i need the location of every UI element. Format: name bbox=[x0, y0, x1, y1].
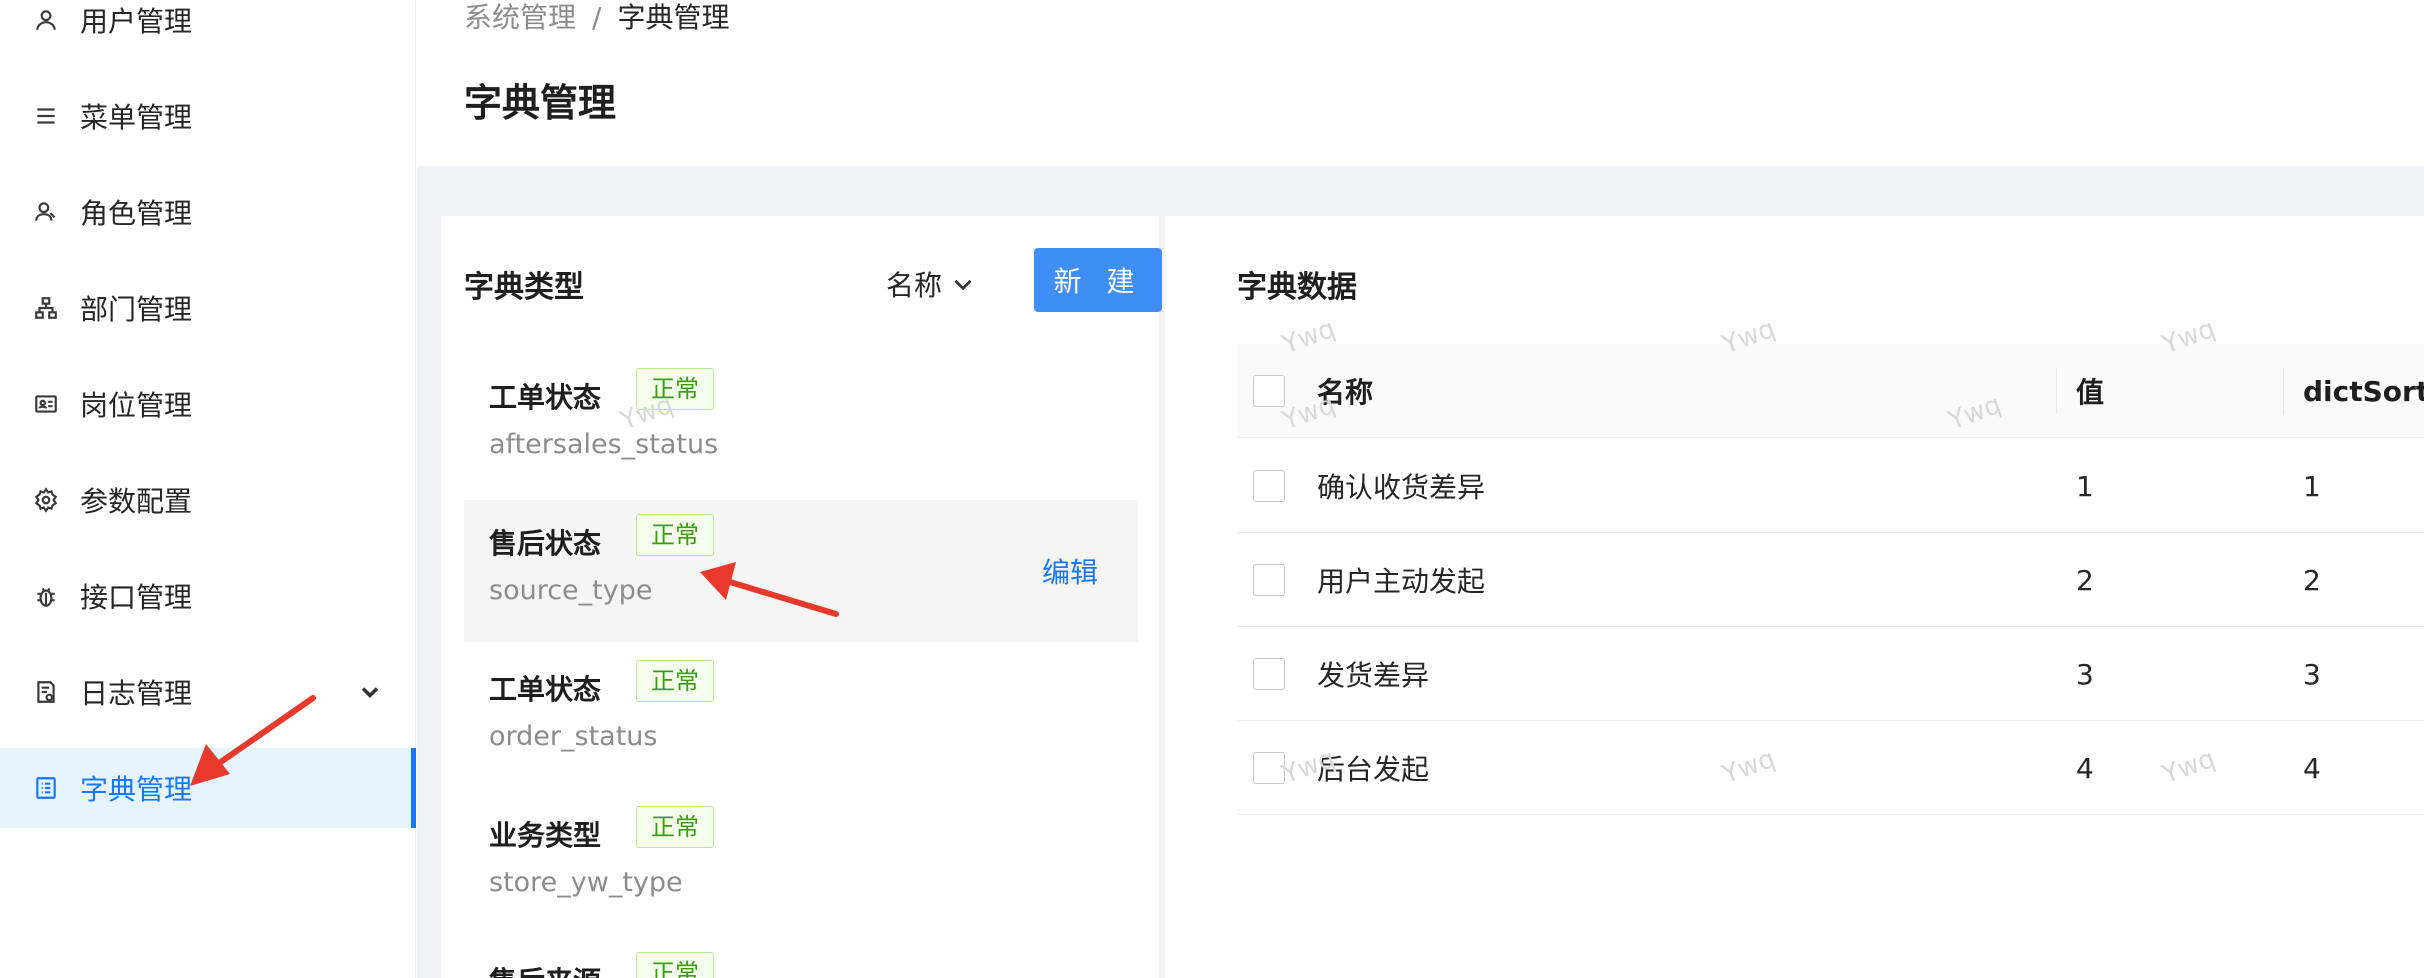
sidebar-item-logs[interactable]: 日志管理 bbox=[0, 652, 416, 732]
dict-type-item[interactable]: 业务类型 正常 store_yw_type bbox=[464, 792, 1138, 934]
page-title: 字典管理 bbox=[464, 81, 617, 125]
status-badge: 正常 bbox=[636, 952, 714, 978]
edit-link[interactable]: 编辑 bbox=[1042, 551, 1098, 591]
status-badge: 正常 bbox=[636, 514, 714, 556]
user-icon bbox=[32, 6, 60, 34]
row-checkbox[interactable] bbox=[1253, 752, 1285, 784]
row-checkbox[interactable] bbox=[1253, 658, 1285, 690]
status-badge: 正常 bbox=[636, 806, 714, 848]
sidebar-item-dictionary[interactable]: 字典管理 bbox=[0, 748, 416, 828]
dict-type-name: 售后来源 bbox=[489, 960, 601, 978]
dict-type-name: 售后状态 bbox=[489, 527, 602, 560]
cell-name: 发货差异 bbox=[1317, 659, 1430, 692]
sidebar-item-menus[interactable]: 菜单管理 bbox=[0, 76, 416, 156]
cell-sort: 1 bbox=[2303, 469, 2321, 503]
dict-data-panel: 字典数据 名称 值 dictSort 确认收货差异 1 1 用户主动发起 2 2 bbox=[1164, 216, 2424, 978]
cell-name: 确认收货差异 bbox=[1317, 471, 1486, 504]
log-icon bbox=[32, 678, 60, 706]
sidebar-item-label: 参数配置 bbox=[80, 485, 193, 518]
gear-icon bbox=[32, 486, 60, 514]
dict-type-code: aftersales_status bbox=[489, 429, 719, 460]
sidebar-item-apis[interactable]: 接口管理 bbox=[0, 556, 416, 636]
status-badge: 正常 bbox=[636, 368, 714, 410]
row-checkbox[interactable] bbox=[1253, 470, 1285, 502]
sidebar-item-label: 角色管理 bbox=[80, 197, 193, 230]
table-header: 名称 值 dictSort bbox=[1237, 344, 2424, 438]
menu-list-icon bbox=[32, 102, 60, 130]
sidebar-item-settings[interactable]: 参数配置 bbox=[0, 460, 416, 540]
sidebar-item-label: 部门管理 bbox=[80, 293, 193, 326]
sidebar-item-label: 日志管理 bbox=[80, 677, 193, 710]
column-header-name: 名称 bbox=[1317, 376, 1374, 409]
new-button[interactable]: 新 建 bbox=[1034, 248, 1162, 312]
breadcrumb-current: 字典管理 bbox=[617, 1, 730, 34]
chevron-down-icon[interactable] bbox=[356, 678, 384, 706]
cell-value: 1 bbox=[2076, 469, 2094, 503]
column-divider bbox=[2056, 368, 2057, 414]
dict-type-name: 业务类型 bbox=[489, 819, 602, 852]
cell-name: 后台发起 bbox=[1317, 753, 1430, 786]
dictionary-icon bbox=[32, 774, 60, 802]
dict-type-item[interactable]: 售后来源 正常 bbox=[464, 938, 1138, 978]
sidebar-item-departments[interactable]: 部门管理 bbox=[0, 268, 416, 348]
breadcrumb-parent-link[interactable]: 系统管理 bbox=[464, 0, 576, 36]
bug-icon bbox=[32, 582, 60, 610]
table-row[interactable]: 用户主动发起 2 2 bbox=[1237, 533, 2424, 627]
role-icon bbox=[32, 198, 60, 226]
select-all-checkbox[interactable] bbox=[1253, 375, 1285, 407]
id-card-icon bbox=[32, 390, 60, 418]
dict-type-item[interactable]: 售后状态 正常 source_type 编辑 bbox=[464, 500, 1138, 642]
sidebar-item-label: 岗位管理 bbox=[80, 389, 193, 422]
cell-value: 4 bbox=[2076, 751, 2094, 785]
main-content: 系统管理 / 字典管理 字典管理 字典类型 名称 新 建 工单状态 正常 aft… bbox=[417, 0, 2424, 978]
cell-name: 用户主动发起 bbox=[1317, 565, 1486, 598]
breadcrumb-separator: / bbox=[592, 1, 602, 34]
cell-sort: 4 bbox=[2303, 751, 2321, 785]
sidebar: 用户管理 菜单管理 角色管理 部门管理 岗位管理 参数配置 接口管理 日志管理 … bbox=[0, 0, 416, 978]
dict-type-code: store_yw_type bbox=[489, 867, 683, 898]
status-badge: 正常 bbox=[636, 660, 714, 702]
dict-type-code: source_type bbox=[489, 575, 653, 606]
breadcrumb: 系统管理 / 字典管理 bbox=[464, 0, 729, 36]
cell-value: 2 bbox=[2076, 563, 2094, 597]
sidebar-item-label: 用户管理 bbox=[80, 5, 193, 38]
dict-type-name: 工单状态 bbox=[489, 381, 602, 414]
table-row[interactable]: 确认收货差异 1 1 bbox=[1237, 439, 2424, 533]
sidebar-item-users[interactable]: 用户管理 bbox=[0, 0, 416, 60]
column-header-sort: dictSort bbox=[2303, 374, 2424, 408]
dict-type-item[interactable]: 工单状态 正常 aftersales_status bbox=[464, 354, 1138, 496]
table-row[interactable]: 发货差异 3 3 bbox=[1237, 627, 2424, 721]
column-header-value: 值 bbox=[2076, 376, 2105, 409]
department-icon bbox=[32, 294, 60, 322]
dict-data-title: 字典数据 bbox=[1237, 270, 1357, 305]
dict-type-panel: 字典类型 名称 新 建 工单状态 正常 aftersales_status 售后… bbox=[441, 216, 1162, 978]
dict-type-item[interactable]: 工单状态 正常 order_status bbox=[464, 646, 1138, 788]
dict-type-name: 工单状态 bbox=[489, 673, 602, 706]
cell-sort: 3 bbox=[2303, 657, 2321, 691]
sidebar-item-label: 接口管理 bbox=[80, 581, 193, 614]
row-checkbox[interactable] bbox=[1253, 564, 1285, 596]
sort-select[interactable]: 名称 bbox=[886, 264, 976, 304]
sidebar-item-label: 菜单管理 bbox=[80, 101, 193, 134]
column-divider bbox=[2283, 368, 2284, 414]
sidebar-item-label: 字典管理 bbox=[80, 773, 193, 806]
cell-sort: 2 bbox=[2303, 563, 2321, 597]
dict-type-code: order_status bbox=[489, 721, 658, 752]
chevron-down-icon bbox=[954, 279, 972, 291]
dict-type-title: 字典类型 bbox=[464, 270, 584, 305]
table-row[interactable]: 后台发起 4 4 bbox=[1237, 721, 2424, 815]
sort-select-label: 名称 bbox=[886, 269, 943, 302]
sidebar-item-positions[interactable]: 岗位管理 bbox=[0, 364, 416, 444]
page-header: 系统管理 / 字典管理 字典管理 bbox=[417, 0, 2424, 166]
sidebar-item-roles[interactable]: 角色管理 bbox=[0, 172, 416, 252]
cell-value: 3 bbox=[2076, 657, 2094, 691]
